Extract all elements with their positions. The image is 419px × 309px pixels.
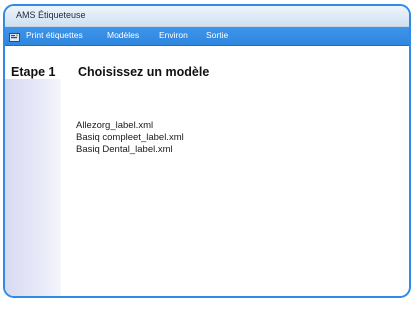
app-window: AMS Étiqueteuse Print étiquettes Modèles… — [3, 4, 411, 298]
menu-environ[interactable]: Environ — [159, 30, 188, 40]
menu-bar: Print étiquettes Modèles Environ Sortie — [5, 27, 409, 46]
app-label-icon[interactable] — [9, 30, 20, 42]
content-area: Etape 1 Choisissez un modèle Allezorg_la… — [5, 46, 409, 296]
step-side-panel — [5, 79, 61, 296]
menu-models[interactable]: Modèles — [107, 30, 139, 40]
model-item[interactable]: Basiq compleet_label.xml — [76, 132, 184, 144]
title-bar[interactable]: AMS Étiqueteuse — [5, 6, 409, 27]
menu-print-labels[interactable]: Print étiquettes — [26, 30, 83, 40]
model-list: Allezorg_label.xml Basiq compleet_label.… — [76, 120, 184, 156]
menu-exit[interactable]: Sortie — [206, 30, 228, 40]
model-item[interactable]: Basiq Dental_label.xml — [76, 144, 184, 156]
step-title: Choisissez un modèle — [78, 65, 210, 79]
model-item[interactable]: Allezorg_label.xml — [76, 120, 184, 132]
step-number: Etape 1 — [11, 65, 56, 79]
window-title: AMS Étiqueteuse — [16, 10, 86, 20]
screen: AMS Étiqueteuse Print étiquettes Modèles… — [0, 0, 419, 309]
